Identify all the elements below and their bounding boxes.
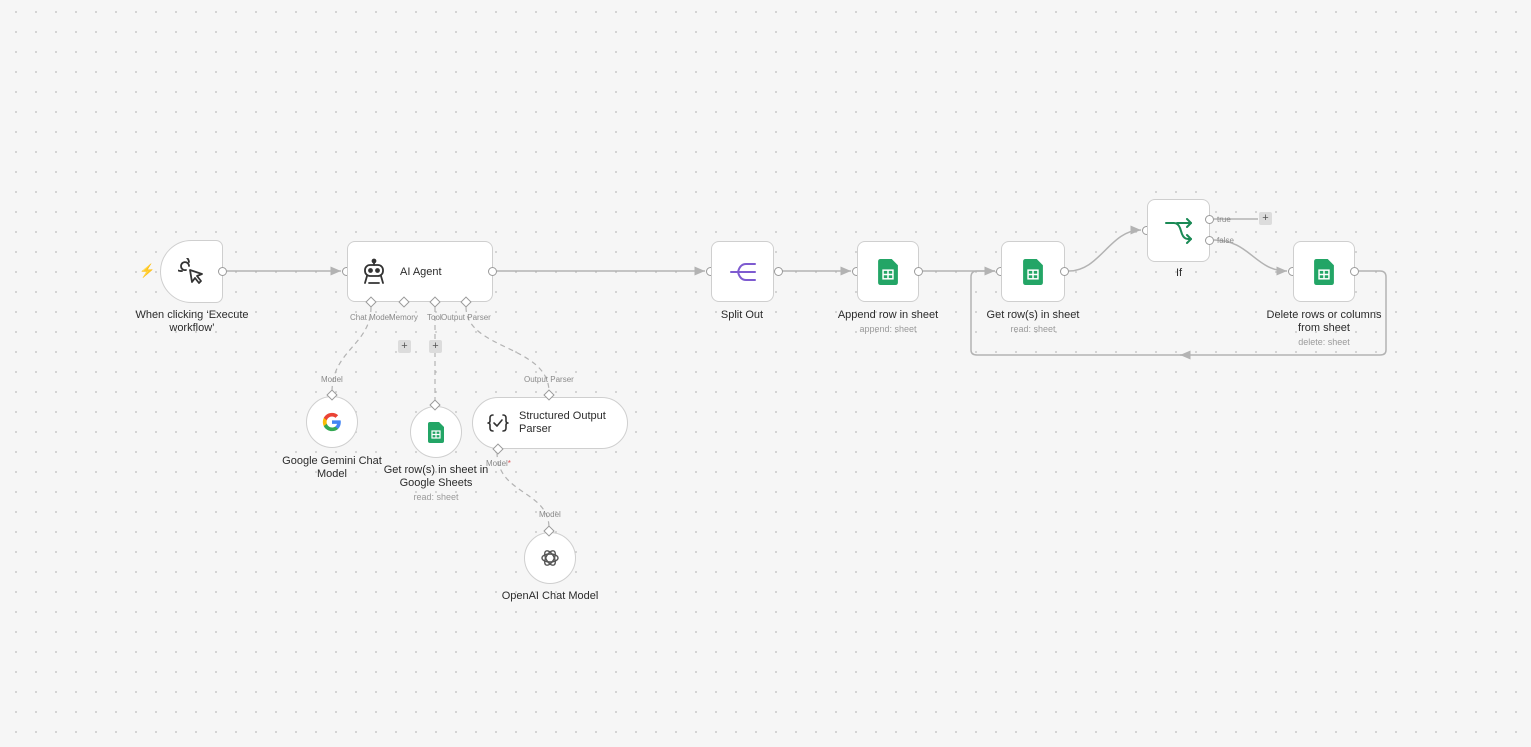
if-label: If [1175,267,1183,279]
append-subtitle: append: sheet [859,324,917,334]
if-branch-icon [1164,217,1192,244]
gemini-chat-model-node[interactable] [306,396,358,448]
append-row-node[interactable] [857,241,919,302]
delete-output-port[interactable] [1350,267,1359,276]
sheets-tool-node[interactable] [410,406,462,458]
trigger-output-port[interactable] [218,267,227,276]
add-tool-button[interactable]: + [429,340,442,353]
split-icon [729,262,756,281]
google-sheets-icon [1023,258,1043,285]
braces-check-icon [487,414,509,432]
add-true-branch-button[interactable]: + [1259,212,1272,225]
if-false-port[interactable] [1205,236,1214,245]
required-marker: * [507,459,511,468]
sheets-tool-subtitle: read: sheet [413,492,459,502]
delete-rows-node[interactable] [1293,241,1355,302]
gemini-slot-label: Model [321,375,343,384]
agent-output-port[interactable] [488,267,497,276]
split-output-port[interactable] [774,267,783,276]
delete-subtitle: delete: sheet [1298,337,1350,347]
trigger-label: When clicking ‘Execute workflow’ [135,309,249,334]
parser-model-slot-label: Model* [486,459,511,468]
if-true-port[interactable] [1205,215,1214,224]
getrows-output-port[interactable] [1060,267,1069,276]
openai-chat-model-node[interactable] [524,532,576,584]
agent-label: AI Agent [400,265,442,278]
connections-layer [227,218,1387,529]
split-out-node[interactable] [711,241,774,302]
if-true-label: true [1217,215,1231,224]
google-icon [322,412,341,432]
parser-slot-label: Output Parser [524,375,574,384]
ai-agent-node[interactable]: AI Agent [347,241,493,302]
agent-tool-slot-label: Tool [427,313,442,322]
getrows-subtitle: read: sheet [1010,324,1056,334]
structured-output-parser-node[interactable]: Structured Output Parser [472,397,628,449]
get-rows-node[interactable] [1001,241,1065,302]
openai-slot-label: Model [539,510,561,519]
getrows-label: Get row(s) in sheet [986,309,1080,321]
append-output-port[interactable] [914,267,923,276]
parser-label: Structured Output Parser [519,410,606,435]
gemini-label: Google Gemini Chat Model [282,455,382,480]
cursor-click-icon [177,257,203,284]
google-sheets-icon [878,258,898,285]
agent-output-parser-slot-label: Output Parser [441,313,491,322]
agent-memory-slot-label: Memory [389,313,418,322]
agent-chat-model-slot-label: Chat Model [350,313,391,322]
openai-label: OpenAI Chat Model [501,590,599,602]
edge-getrows-if [1068,225,1142,272]
trigger-node[interactable] [160,240,223,303]
append-label: Append row in sheet [837,309,939,321]
if-false-label: false [1217,236,1234,245]
google-sheets-icon [428,421,444,443]
add-memory-button[interactable]: + [398,340,411,353]
google-sheets-icon [1314,258,1334,285]
robot-icon [364,258,384,284]
split-label: Split Out [720,309,764,321]
delete-label: Delete rows or columns from sheet [1266,309,1382,334]
openai-icon [541,550,559,566]
lightning-bolt-icon: ⚡ [139,263,156,278]
sheets-tool-label: Get row(s) in sheet in Google Sheets [383,464,489,489]
if-node[interactable] [1147,199,1210,262]
